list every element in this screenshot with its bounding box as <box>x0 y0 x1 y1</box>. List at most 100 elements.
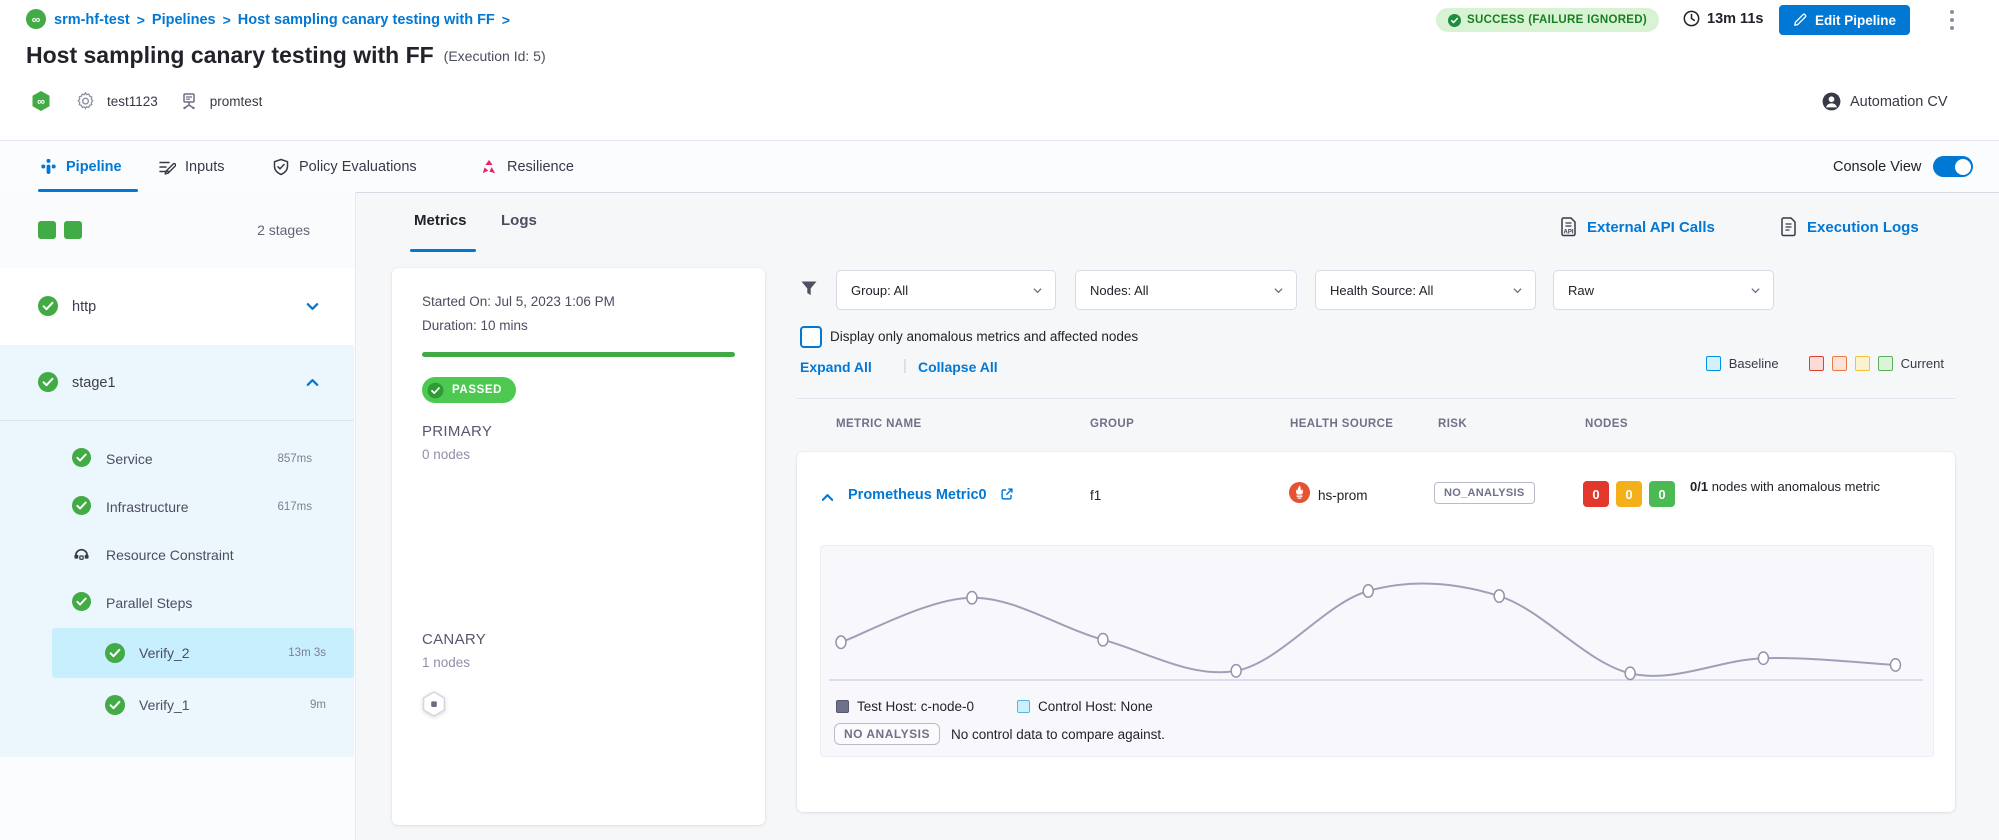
subtab-logs[interactable]: Logs <box>501 212 537 229</box>
step-parallel-steps[interactable]: Parallel Steps <box>0 579 354 627</box>
tab-resilience[interactable]: Resilience <box>480 141 574 192</box>
chevron-down-icon[interactable] <box>305 299 320 314</box>
node-count-yellow-badge: 0 <box>1616 481 1642 507</box>
external-api-icon: API <box>1558 216 1578 238</box>
subtab-metrics[interactable]: Metrics <box>414 212 467 229</box>
step-verify-2[interactable]: Verify_2 13m 3s <box>52 628 354 678</box>
gear-icon <box>76 92 95 111</box>
passed-badge: PASSED <box>422 377 516 403</box>
collapse-all-link[interactable]: Collapse All <box>918 359 998 375</box>
edit-pipeline-button[interactable]: Edit Pipeline <box>1779 5 1910 35</box>
breadcrumb-project[interactable]: srm-hf-test <box>54 12 130 28</box>
chevron-down-icon <box>1512 285 1523 296</box>
health-source-filter-dropdown[interactable]: Health Source: All <box>1315 270 1536 310</box>
prometheus-icon <box>1288 481 1311 504</box>
current-green-swatch <box>1878 356 1893 371</box>
tab-policy-evaluations[interactable]: Policy Evaluations <box>272 141 417 192</box>
success-check-icon <box>72 592 91 611</box>
node-count-red-badge: 0 <box>1583 481 1609 507</box>
title-row: Host sampling canary testing with FF (Ex… <box>26 42 546 69</box>
stage-count-row: 2 stages <box>0 192 354 269</box>
step-service[interactable]: Service 857ms <box>0 435 354 483</box>
user-avatar-icon <box>1822 92 1841 111</box>
success-check-icon <box>38 372 58 392</box>
kebab-menu-icon[interactable] <box>1944 7 1960 33</box>
metric-name-link[interactable]: Prometheus Metric0 <box>848 487 987 503</box>
passed-check-icon <box>427 382 444 399</box>
chevron-down-icon <box>1750 285 1761 296</box>
step-infrastructure[interactable]: Infrastructure 617ms <box>0 483 354 531</box>
anomalous-only-checkbox[interactable] <box>800 326 822 348</box>
tab-pipeline[interactable]: Pipeline <box>40 141 122 192</box>
metric-line-chart[interactable] <box>821 550 1931 700</box>
nodes-filter-dropdown[interactable]: Nodes: All <box>1075 270 1297 310</box>
service-name[interactable]: test1123 <box>107 94 158 109</box>
breadcrumb-separator: > <box>502 12 510 28</box>
user-chip: Automation CV <box>1822 92 1948 111</box>
nodes-anomalous-summary: 0/1 nodes with anomalous metric <box>1690 478 1940 495</box>
status-badge: SUCCESS (FAILURE IGNORED) <box>1436 8 1659 32</box>
anomalous-only-label: Display only anomalous metrics and affec… <box>830 329 1138 344</box>
console-view-control: Console View <box>1833 156 1973 177</box>
service-hexagon-icon: ∞ <box>30 90 52 112</box>
col-metric-name: METRIC NAME <box>836 418 922 430</box>
breadcrumb-pipeline-name[interactable]: Host sampling canary testing with FF <box>238 12 495 28</box>
metric-chart-panel: Test Host: c-node-0 Control Host: None N… <box>820 545 1934 757</box>
chevron-down-icon <box>1032 285 1043 296</box>
chart-color-legend: Baseline Current <box>1706 356 1944 371</box>
verification-progress-bar <box>422 352 735 357</box>
external-link-icon[interactable] <box>999 486 1015 502</box>
step-infrastructure-label: Infrastructure <box>106 499 188 515</box>
canary-node-count: 1 nodes <box>422 655 470 670</box>
breadcrumb: srm-hf-test > Pipelines > Host sampling … <box>54 10 517 30</box>
sidebar-stage-stage1[interactable]: stage1 <box>0 345 354 421</box>
breadcrumb-pipelines[interactable]: Pipelines <box>152 12 216 28</box>
app-root: ∞ srm-hf-test > Pipelines > Host samplin… <box>0 0 1999 840</box>
shield-check-icon <box>272 158 290 176</box>
step-verify-1-label: Verify_1 <box>139 697 190 713</box>
inputs-icon <box>158 158 176 176</box>
expand-all-link[interactable]: Expand All <box>800 359 872 375</box>
edit-pencil-icon <box>1793 13 1807 27</box>
chart-markers <box>836 585 1901 680</box>
view-mode-value: Raw <box>1568 283 1594 298</box>
collapse-row-chevron-icon[interactable] <box>820 490 835 505</box>
stage-square-icon <box>38 221 56 239</box>
verification-duration: Duration: 10 mins <box>422 318 528 333</box>
stage-http-label: http <box>72 299 96 315</box>
stage-count: 2 stages <box>257 222 310 238</box>
step-parallel-steps-label: Parallel Steps <box>106 595 192 611</box>
chevron-up-icon[interactable] <box>305 375 320 390</box>
success-check-icon <box>1448 14 1461 27</box>
stage1-section: stage1 Service 857ms Infrastructure 617m… <box>0 345 354 757</box>
group-filter-dropdown[interactable]: Group: All <box>836 270 1056 310</box>
verification-summary-card: Started On: Jul 5, 2023 1:06 PM Duration… <box>392 268 765 825</box>
divider <box>797 398 1955 399</box>
current-legend-label: Current <box>1901 356 1944 371</box>
tab-inputs[interactable]: Inputs <box>158 141 225 192</box>
sidebar-stage-http[interactable]: http <box>0 268 354 346</box>
no-analysis-badge: NO ANALYSIS <box>834 723 940 745</box>
primary-label: PRIMARY <box>422 423 492 440</box>
chevron-down-icon <box>1273 285 1284 296</box>
success-check-icon <box>38 296 58 316</box>
external-api-calls-link[interactable]: API External API Calls <box>1558 216 1715 238</box>
execution-logs-link[interactable]: Execution Logs <box>1778 216 1919 238</box>
toggle-knob <box>1955 159 1971 175</box>
step-resource-constraint[interactable]: Resource Constraint <box>0 531 354 579</box>
breadcrumb-separator: > <box>223 12 231 28</box>
svg-text:∞: ∞ <box>32 13 41 27</box>
view-mode-dropdown[interactable]: Raw <box>1553 270 1774 310</box>
nodes-anomalous-ratio: 0/1 <box>1690 479 1708 494</box>
console-view-toggle[interactable] <box>1933 156 1973 177</box>
filter-icon[interactable] <box>799 279 819 299</box>
canary-node-hexagon-icon[interactable] <box>420 690 448 719</box>
col-group: GROUP <box>1090 418 1134 430</box>
main-tabbar: Pipeline Inputs Policy Evaluations Resil… <box>0 141 1999 193</box>
artifact-rack-icon <box>180 92 198 110</box>
resource-constraint-icon <box>72 544 91 563</box>
step-verify-1[interactable]: Verify_1 9m <box>52 680 354 730</box>
group-filter-value: Group: All <box>851 283 908 298</box>
health-source-filter-value: Health Source: All <box>1330 283 1433 298</box>
artifact-name[interactable]: promtest <box>210 94 263 109</box>
